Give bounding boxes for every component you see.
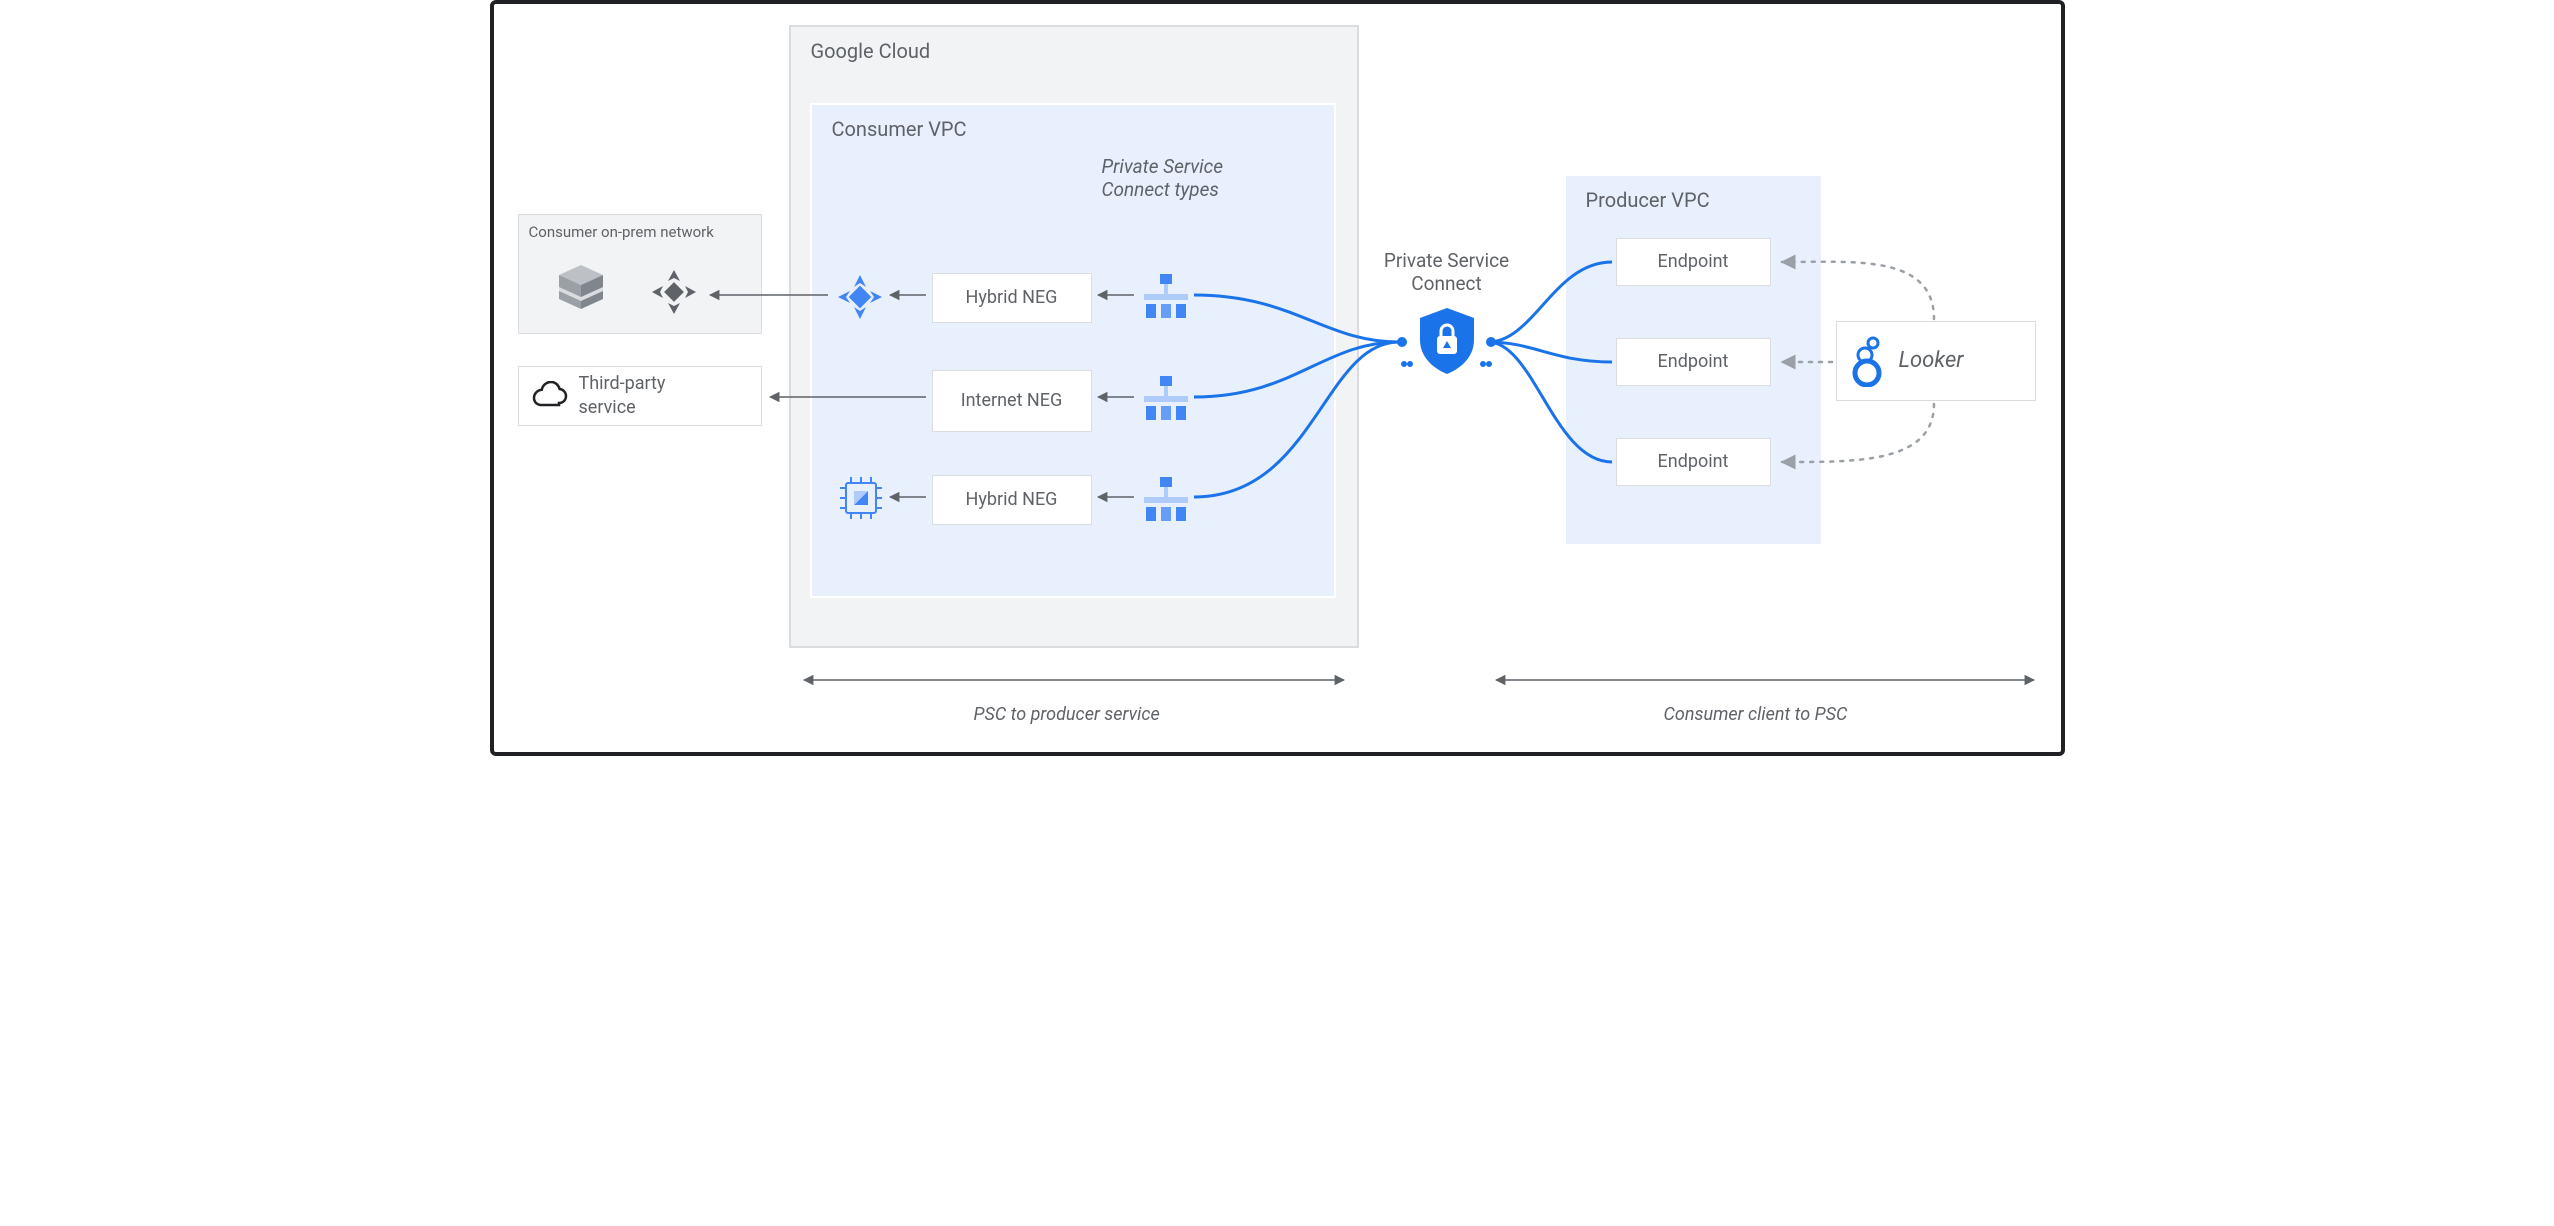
load-balancer-icon-3 <box>1140 473 1192 525</box>
server-stack-icon <box>549 257 611 319</box>
endpoint-box-2: Endpoint <box>1616 338 1771 386</box>
neg-box-3: Hybrid NEG <box>932 475 1092 525</box>
psc-types-subtitle: Private Service Connect types <box>1102 155 1224 201</box>
caption-left: PSC to producer service <box>974 704 1160 725</box>
endpoint-box-1: Endpoint <box>1616 238 1771 286</box>
producer-vpc-region: Producer VPC Endpoint Endpoint Endpoint <box>1566 176 1821 544</box>
consumer-vpc-label: Consumer VPC <box>832 117 967 141</box>
diagram-frame: Google Cloud Consumer VPC Private Servic… <box>490 0 2065 756</box>
cloud-icon <box>529 381 569 411</box>
neg-box-2: Internet NEG <box>932 370 1092 432</box>
neg-box-1: Hybrid NEG <box>932 273 1092 323</box>
psc-shield-icon <box>1416 306 1478 376</box>
consumer-vpc-region: Consumer VPC Private Service Connect typ… <box>810 103 1336 598</box>
third-party-service-box: Third-party service <box>518 366 762 426</box>
router-icon <box>649 267 699 317</box>
producer-vpc-label: Producer VPC <box>1586 188 1710 212</box>
compute-chip-icon <box>836 473 886 523</box>
third-party-label: Third-party service <box>579 372 666 421</box>
looker-box: Looker <box>1836 321 2036 401</box>
google-cloud-label: Google Cloud <box>811 39 931 63</box>
interconnect-icon <box>836 273 884 321</box>
load-balancer-icon-2 <box>1140 372 1192 424</box>
looker-icon <box>1847 335 1887 387</box>
load-balancer-icon-1 <box>1140 270 1192 322</box>
looker-label: Looker <box>1899 346 1964 376</box>
on-prem-label: Consumer on-prem network <box>529 223 714 241</box>
endpoint-box-3: Endpoint <box>1616 438 1771 486</box>
caption-right: Consumer client to PSC <box>1664 704 1848 725</box>
psc-label: Private Service Connect <box>1372 249 1522 295</box>
on-prem-region: Consumer on-prem network <box>518 214 762 334</box>
